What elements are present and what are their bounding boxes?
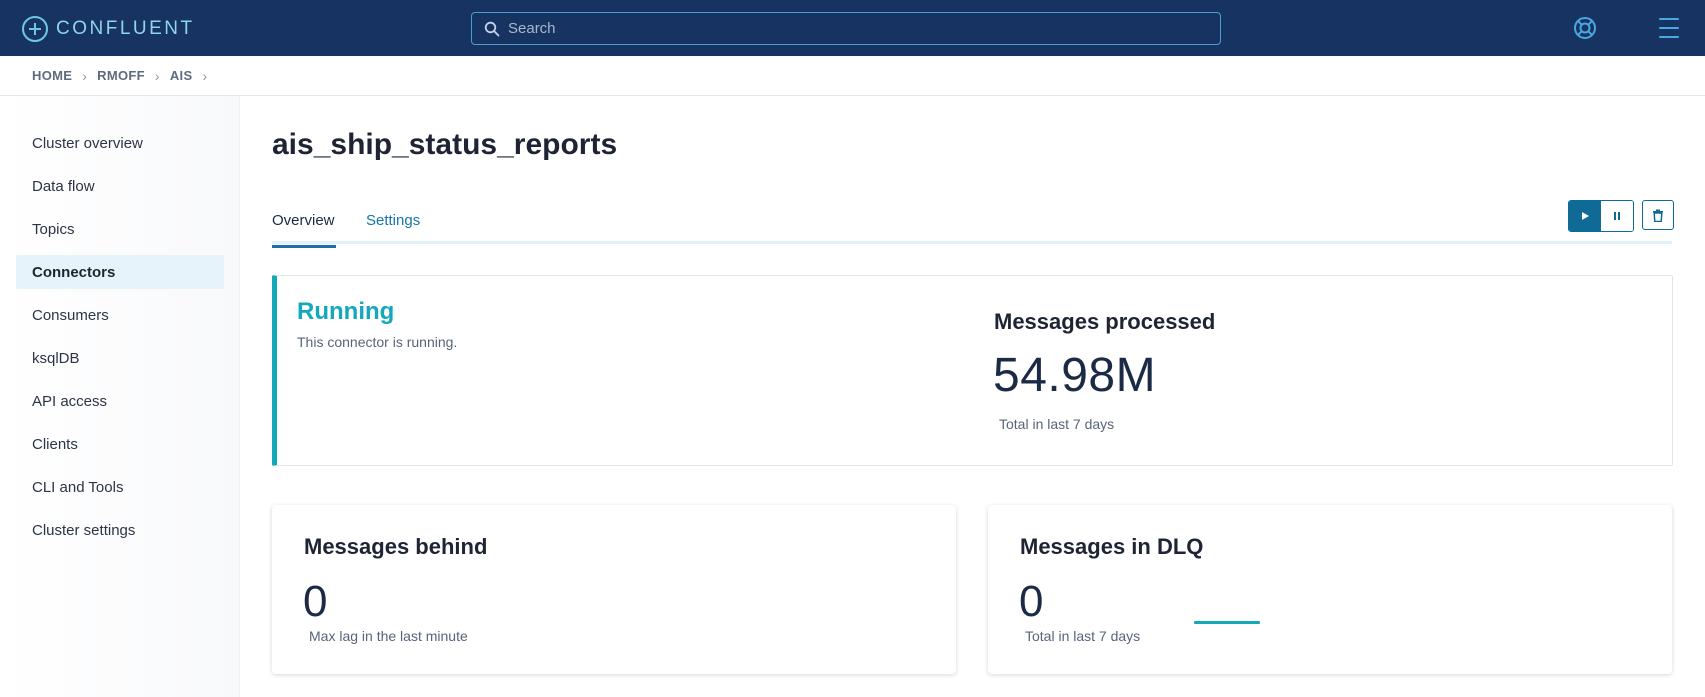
breadcrumb-environment[interactable]: RMOFF <box>97 68 145 83</box>
messages-behind-subtitle: Max lag in the last minute <box>309 628 468 644</box>
status-description: This connector is running. <box>297 334 458 350</box>
tab-bar: Overview Settings <box>272 208 1672 248</box>
logo-text: CONFLUENT <box>56 18 195 39</box>
messages-dlq-value: 0 <box>1019 577 1044 626</box>
sidebar-item-topics[interactable]: Topics <box>16 212 224 246</box>
resume-button[interactable] <box>1569 201 1601 231</box>
sidebar-item-cluster-overview[interactable]: Cluster overview <box>16 126 224 160</box>
connector-status-card: Running This connector is running. Messa… <box>272 275 1673 466</box>
messages-behind-card: Messages behind 0 Max lag in the last mi… <box>272 505 956 674</box>
messages-processed-subtitle: Total in last 7 days <box>999 416 1115 432</box>
breadcrumb-chevron-icon: › <box>154 67 160 84</box>
hamburger-menu-icon[interactable] <box>1659 18 1679 38</box>
messages-processed-value: 54.98M <box>993 349 1157 402</box>
sidebar-item-clients[interactable]: Clients <box>16 427 224 461</box>
search-icon <box>484 21 500 36</box>
breadcrumb-cluster[interactable]: AIS <box>170 68 193 83</box>
play-icon <box>1582 212 1589 220</box>
delete-connector-button[interactable] <box>1642 200 1674 230</box>
search-box[interactable] <box>471 12 1221 45</box>
messages-processed-title: Messages processed <box>994 309 1216 334</box>
pause-icon <box>1614 212 1620 220</box>
messages-dlq-card: Messages in DLQ 0 Total in last 7 days <box>988 505 1672 674</box>
breadcrumb: HOME › RMOFF › AIS › <box>0 56 1705 96</box>
sidebar-item-api-access[interactable]: API access <box>16 384 224 418</box>
help-lifebuoy-icon[interactable] <box>1573 16 1597 40</box>
top-navbar: CONFLUENT <box>0 0 1705 56</box>
sidebar: Cluster overview Data flow Topics Connec… <box>0 96 240 697</box>
breadcrumb-home[interactable]: HOME <box>32 68 72 83</box>
sidebar-item-cli-and-tools[interactable]: CLI and Tools <box>16 470 224 504</box>
messages-dlq-subtitle: Total in last 7 days <box>1025 628 1141 644</box>
messages-behind-value: 0 <box>303 577 328 626</box>
connector-actions <box>1568 200 1674 232</box>
sidebar-item-consumers[interactable]: Consumers <box>16 298 224 332</box>
page-title: ais_ship_status_reports <box>272 128 618 161</box>
sidebar-item-connectors[interactable]: Connectors <box>16 255 224 289</box>
status-title: Running <box>297 298 395 325</box>
dlq-sparkline <box>1194 621 1260 624</box>
search-input[interactable] <box>508 20 1188 37</box>
messages-behind-title: Messages behind <box>304 534 488 559</box>
sidebar-item-ksqldb[interactable]: ksqlDB <box>16 341 224 375</box>
pause-button[interactable] <box>1601 201 1633 231</box>
tab-overview[interactable]: Overview <box>272 212 336 248</box>
confluent-logo[interactable]: CONFLUENT <box>22 16 195 42</box>
tab-settings[interactable]: Settings <box>366 212 420 239</box>
sidebar-item-cluster-settings[interactable]: Cluster settings <box>16 513 224 547</box>
breadcrumb-chevron-icon: › <box>202 67 208 84</box>
confluent-logo-icon <box>22 16 48 42</box>
sidebar-item-data-flow[interactable]: Data flow <box>16 169 224 203</box>
trash-icon <box>1653 209 1663 222</box>
breadcrumb-chevron-icon: › <box>82 67 88 84</box>
run-pause-button-group <box>1568 200 1634 232</box>
messages-dlq-title: Messages in DLQ <box>1020 534 1204 559</box>
